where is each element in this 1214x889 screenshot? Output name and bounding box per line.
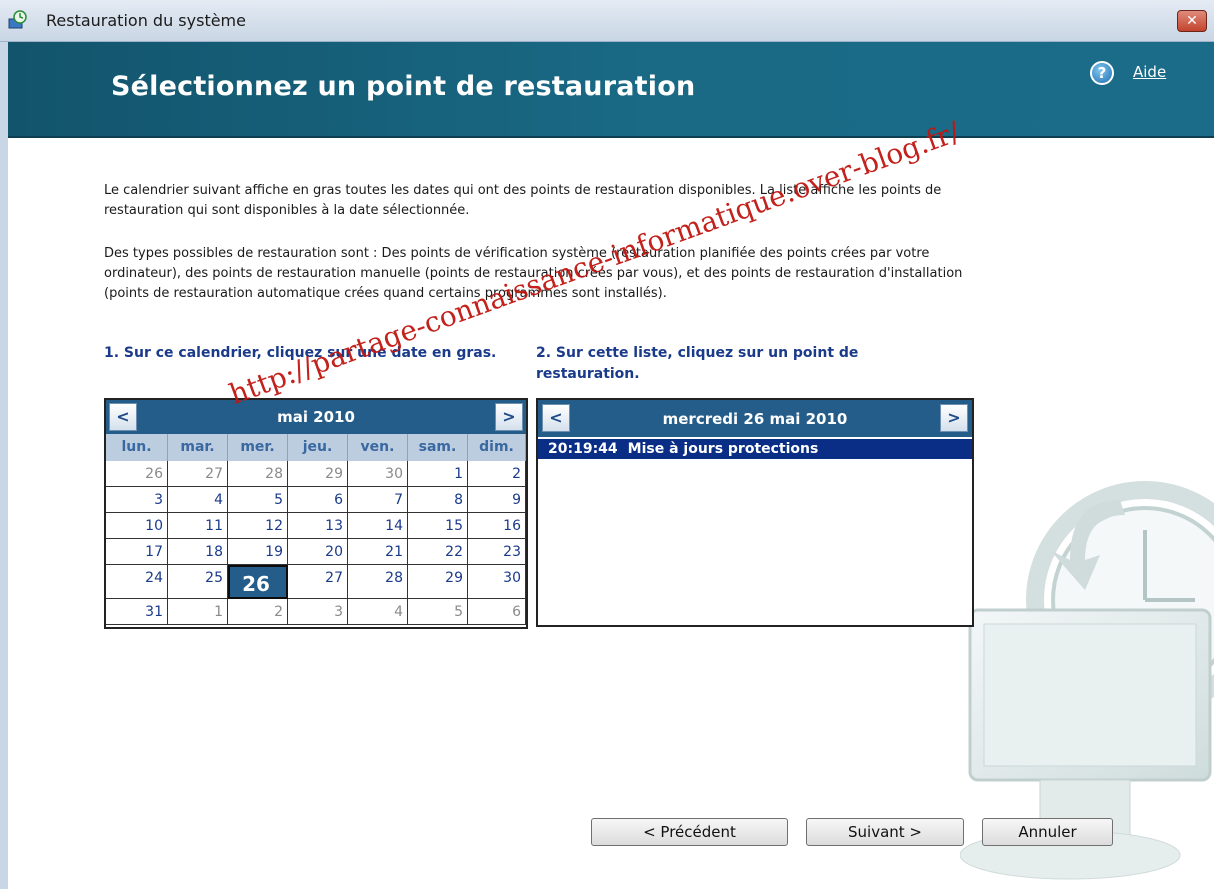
list-next-day-button[interactable]: > — [940, 404, 968, 432]
restore-point-list: < mercredi 26 mai 2010 > 20:19:44 Mise à … — [536, 398, 974, 627]
calendar-day[interactable]: 29 — [288, 461, 348, 487]
window-title: Restauration du système — [46, 11, 246, 30]
calendar-day[interactable]: 30 — [348, 461, 408, 487]
calendar-day[interactable]: 29 — [408, 565, 468, 599]
calendar-day[interactable]: 8 — [408, 487, 468, 513]
calendar-day[interactable]: 10 — [106, 513, 168, 539]
weekday-header: mar. — [168, 434, 228, 461]
weekday-header: dim. — [468, 434, 526, 461]
list-prev-day-button[interactable]: < — [542, 404, 570, 432]
help-icon[interactable]: ? — [1090, 61, 1114, 85]
calendar-day[interactable]: 18 — [168, 539, 228, 565]
calendar-header: < mai 2010 > — [106, 400, 526, 434]
calendar-day[interactable]: 17 — [106, 539, 168, 565]
restore-point-description: Mise à jours protections — [627, 441, 819, 457]
calendar-day[interactable]: 6 — [468, 599, 526, 625]
calendar-day[interactable]: 5 — [228, 487, 288, 513]
system-restore-icon — [8, 10, 27, 29]
weekday-header: jeu. — [288, 434, 348, 461]
description-paragraph-1: Le calendrier suivant affiche en gras to… — [104, 183, 942, 218]
title-bar: Restauration du système ✕ — [0, 0, 1214, 42]
calendar-day[interactable]: 27 — [168, 461, 228, 487]
description-paragraph-2: Des types possibles de restauration sont… — [104, 246, 963, 301]
calendar-day[interactable]: 22 — [408, 539, 468, 565]
calendar-day-grid: 26 27 28 29 30 1 2 3 4 5 6 7 8 9 10 11 12 13 14 15 16 17 18 19 2… — [106, 461, 526, 625]
calendar-day[interactable]: 28 — [228, 461, 288, 487]
calendar-day[interactable]: 31 — [106, 599, 168, 625]
list-instruction: 2. Sur cette liste, cliquez sur un point… — [536, 345, 859, 382]
calendar-day[interactable]: 11 — [168, 513, 228, 539]
calendar-day[interactable]: 20 — [288, 539, 348, 565]
window-frame — [0, 42, 8, 889]
cancel-button[interactable]: Annuler — [982, 818, 1113, 846]
calendar-day[interactable]: 13 — [288, 513, 348, 539]
calendar-day[interactable]: 2 — [228, 599, 288, 625]
calendar-day[interactable]: 4 — [348, 599, 408, 625]
calendar-day[interactable]: 30 — [468, 565, 526, 599]
calendar-day[interactable]: 27 — [288, 565, 348, 599]
calendar-day[interactable]: 1 — [408, 461, 468, 487]
previous-button[interactable]: < Précédent — [591, 818, 788, 846]
calendar-day[interactable]: 4 — [168, 487, 228, 513]
weekday-header: sam. — [408, 434, 468, 461]
list-header: < mercredi 26 mai 2010 > — [538, 400, 972, 437]
restore-calendar: < mai 2010 > lun. mar. mer. jeu. ven. sam. dim… — [104, 398, 528, 629]
help-link[interactable]: Aide — [1133, 63, 1166, 81]
calendar-day[interactable]: 7 — [348, 487, 408, 513]
calendar-day[interactable]: 2 — [468, 461, 526, 487]
calendar-day[interactable]: 1 — [168, 599, 228, 625]
calendar-day[interactable]: 19 — [228, 539, 288, 565]
close-button[interactable]: ✕ — [1177, 10, 1207, 32]
calendar-day[interactable]: 3 — [288, 599, 348, 625]
calendar-day[interactable]: 28 — [348, 565, 408, 599]
calendar-day[interactable]: 23 — [468, 539, 526, 565]
calendar-day[interactable]: 15 — [408, 513, 468, 539]
calendar-instruction: 1. Sur ce calendrier, cliquez sur une da… — [104, 345, 497, 361]
calendar-month-label: mai 2010 — [277, 408, 355, 426]
weekday-header: lun. — [106, 434, 168, 461]
weekday-header: ven. — [348, 434, 408, 461]
calendar-weekday-row: lun. mar. mer. jeu. ven. sam. dim. — [106, 434, 526, 461]
calendar-day[interactable]: 26 — [106, 461, 168, 487]
calendar-day[interactable]: 24 — [106, 565, 168, 599]
calendar-day[interactable]: 12 — [228, 513, 288, 539]
calendar-prev-month-button[interactable]: < — [109, 403, 137, 431]
calendar-day[interactable]: 25 — [168, 565, 228, 599]
calendar-day[interactable]: 14 — [348, 513, 408, 539]
restore-point-item[interactable]: 20:19:44 Mise à jours protections — [538, 439, 972, 459]
calendar-day-selected[interactable]: 26 — [228, 565, 288, 599]
calendar-day[interactable]: 6 — [288, 487, 348, 513]
calendar-day[interactable]: 21 — [348, 539, 408, 565]
next-button[interactable]: Suivant > — [806, 818, 964, 846]
weekday-header: mer. — [228, 434, 288, 461]
page-title: Sélectionnez un point de restauration — [111, 71, 696, 102]
calendar-day[interactable]: 9 — [468, 487, 526, 513]
calendar-day[interactable]: 5 — [408, 599, 468, 625]
calendar-next-month-button[interactable]: > — [495, 403, 523, 431]
calendar-day[interactable]: 16 — [468, 513, 526, 539]
restore-point-time: 20:19:44 — [548, 441, 618, 457]
header-banner: Sélectionnez un point de restauration ? … — [8, 42, 1214, 138]
calendar-day[interactable]: 3 — [106, 487, 168, 513]
list-date-label: mercredi 26 mai 2010 — [662, 410, 848, 428]
